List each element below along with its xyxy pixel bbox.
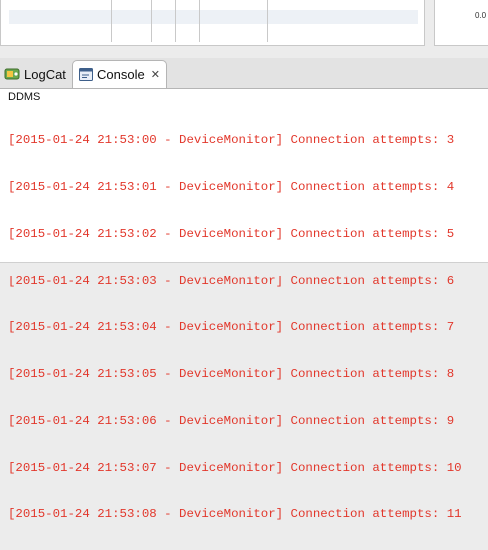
- console-output[interactable]: [2015-01-24 21:53:00 - DeviceMonitor] Co…: [8, 102, 462, 550]
- console-line: [2015-01-24 21:53:04 - DeviceMonitor] Co…: [8, 320, 455, 335]
- side-panel-value: 0.0: [475, 11, 487, 20]
- bottom-scroll-area: [0, 262, 488, 276]
- tab-console[interactable]: Console ✕: [72, 60, 167, 88]
- console-line: [2015-01-24 21:53:06 - DeviceMonitor] Co…: [8, 413, 455, 428]
- side-panel: 0.0: [434, 0, 488, 46]
- column-divider: [199, 0, 200, 42]
- console-pane: DDMS [2015-01-24 21:53:00 - DeviceMonito…: [0, 88, 488, 521]
- table-row[interactable]: [9, 10, 418, 24]
- console-line: [2015-01-24 21:53:00 - DeviceMonitor] Co…: [8, 133, 455, 148]
- view-tab-bar: LogCat Console ✕: [0, 58, 488, 88]
- column-divider: [111, 0, 112, 42]
- tab-console-label: Console: [97, 67, 145, 82]
- tab-logcat[interactable]: LogCat: [0, 60, 72, 88]
- console-icon: [79, 68, 93, 81]
- column-divider: [175, 0, 176, 42]
- tab-logcat-label: LogCat: [24, 66, 66, 82]
- console-line: [2015-01-24 21:53:01 - DeviceMonitor] Co…: [8, 179, 455, 194]
- close-icon[interactable]: ✕: [151, 68, 160, 81]
- console-line: [2015-01-24 21:53:08 - DeviceMonitor] Co…: [8, 507, 462, 522]
- table-panel: [0, 0, 425, 46]
- column-divider: [267, 0, 268, 42]
- console-line: [2015-01-24 21:53:07 - DeviceMonitor] Co…: [8, 460, 462, 475]
- console-line: [2015-01-24 21:53:05 - DeviceMonitor] Co…: [8, 367, 455, 382]
- console-line: [2015-01-24 21:53:02 - DeviceMonitor] Co…: [8, 226, 455, 241]
- logcat-icon: [4, 68, 20, 80]
- column-divider: [151, 0, 152, 42]
